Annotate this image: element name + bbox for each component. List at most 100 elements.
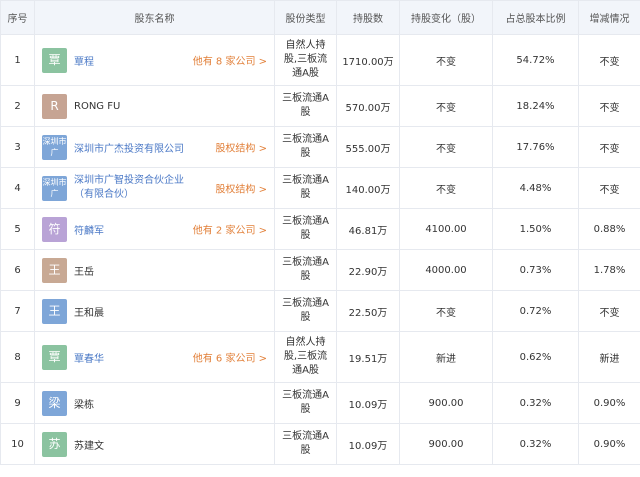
share-type: 三板流通A股 <box>274 126 337 168</box>
header-holder-name: 股东名称 <box>34 0 275 35</box>
shares: 10.09万 <box>336 382 400 424</box>
row-index: 10 <box>0 423 35 465</box>
table-row: 1 覃覃程 他有 8 家公司 > 自然人持股,三板流通A股 1710.00万 不变 54.7… <box>0 34 640 86</box>
table-row: 7 王王和晨 三板流通A股 22.50万 不变 0.72% 不变 <box>0 290 640 332</box>
holder-cell: R RONG FU <box>34 85 275 127</box>
holder-more-link[interactable]: 他有 2 家公司 > <box>193 222 267 237</box>
holder-avatar: 符 <box>42 216 67 242</box>
row-index: 6 <box>0 249 35 291</box>
table-row: 2 R RONG FU 三板流通A股 570.00万 不变 18.24% 不变 <box>0 85 640 127</box>
row-index: 5 <box>0 208 35 250</box>
share-type: 三板流通A股 <box>274 382 337 424</box>
shares: 22.90万 <box>336 249 400 291</box>
trend: 0.90% <box>578 382 640 424</box>
trend: 1.78% <box>578 249 640 291</box>
share-change: 不变 <box>399 167 493 209</box>
header-change: 持股变化（股） <box>399 0 493 35</box>
row-index: 8 <box>0 331 35 383</box>
holder-name: RONG FU <box>74 100 121 112</box>
shares: 10.09万 <box>336 423 400 465</box>
trend: 0.90% <box>578 423 640 465</box>
holder-cell: 符符麟军 他有 2 家公司 > <box>34 208 275 250</box>
share-change: 900.00 <box>399 382 493 424</box>
share-ratio: 1.50% <box>492 208 579 250</box>
row-index: 3 <box>0 126 35 168</box>
holder-name[interactable]: 符麟军 <box>74 222 104 237</box>
holder-avatar: 深圳市广 <box>42 175 67 201</box>
holder-avatar: 王 <box>42 298 67 324</box>
shares: 140.00万 <box>336 167 400 209</box>
shares: 19.51万 <box>336 331 400 383</box>
share-change: 不变 <box>399 126 493 168</box>
share-type: 三板流通A股 <box>274 423 337 465</box>
holder-more-link[interactable]: 他有 8 家公司 > <box>193 53 267 68</box>
holder-cell: 覃覃程 他有 8 家公司 > <box>34 34 275 86</box>
holder-name[interactable]: 覃程 <box>74 53 94 68</box>
holder-avatar: 覃 <box>42 47 67 73</box>
holder-name: 王岳 <box>74 266 94 278</box>
header-trend: 增减情况 <box>578 0 640 35</box>
share-ratio: 54.72% <box>492 34 579 86</box>
table-row: 4 深圳市广深圳市广智投资合伙企业（有限合伙） 股权结构 > 三板流通A股 140.00… <box>0 167 640 209</box>
row-index: 2 <box>0 85 35 127</box>
holder-avatar: 苏 <box>42 431 67 457</box>
holder-name[interactable]: 覃春华 <box>74 350 104 365</box>
holder-cell: 覃覃春华 他有 6 家公司 > <box>34 331 275 383</box>
share-type: 三板流通A股 <box>274 249 337 291</box>
share-type: 自然人持股,三板流通A股 <box>274 34 337 86</box>
row-index: 9 <box>0 382 35 424</box>
header-shares: 持股数 <box>336 0 400 35</box>
holder-cell: 苏苏建文 <box>34 423 275 465</box>
share-change: 不变 <box>399 85 493 127</box>
share-ratio: 0.73% <box>492 249 579 291</box>
share-change: 不变 <box>399 290 493 332</box>
holder-name: 王和晨 <box>74 307 104 319</box>
holder-cell: 王王岳 <box>34 249 275 291</box>
share-type: 三板流通A股 <box>274 85 337 127</box>
share-type: 自然人持股,三板流通A股 <box>274 331 337 383</box>
holder-avatar: 深圳市广 <box>42 134 67 160</box>
share-change: 4000.00 <box>399 249 493 291</box>
share-type: 三板流通A股 <box>274 208 337 250</box>
holder-name[interactable]: 深圳市广智投资合伙企业（有限合伙） <box>74 174 190 202</box>
share-ratio: 0.32% <box>492 423 579 465</box>
holder-cell: 王王和晨 <box>34 290 275 332</box>
share-ratio: 0.32% <box>492 382 579 424</box>
header-share-type: 股份类型 <box>274 0 337 35</box>
shares: 1710.00万 <box>336 34 400 86</box>
trend: 不变 <box>578 34 640 86</box>
share-type: 三板流通A股 <box>274 167 337 209</box>
share-ratio: 18.24% <box>492 85 579 127</box>
shareholder-table: 序号 股东名称 股份类型 持股数 持股变化（股） 占总股本比例 增减情况 1覃覃… <box>0 0 640 465</box>
share-ratio: 0.72% <box>492 290 579 332</box>
holder-name: 苏建文 <box>74 440 104 452</box>
holder-cell: 深圳市广 深圳市广杰投资有限公司 股权结构 > <box>34 126 275 168</box>
table-row: 3 深圳市广 深圳市广杰投资有限公司 股权结构 > 三板流通A股 555.00万 不变 17.… <box>0 126 640 168</box>
holder-more-link[interactable]: 股权结构 > <box>215 140 267 155</box>
holder-cell: 深圳市广深圳市广智投资合伙企业（有限合伙） 股权结构 > <box>34 167 275 209</box>
trend: 0.88% <box>578 208 640 250</box>
shares: 22.50万 <box>336 290 400 332</box>
row-index: 4 <box>0 167 35 209</box>
share-change: 不变 <box>399 34 493 86</box>
row-index: 7 <box>0 290 35 332</box>
trend: 不变 <box>578 290 640 332</box>
holder-avatar: 王 <box>42 257 67 283</box>
holder-cell: 梁梁栋 <box>34 382 275 424</box>
share-ratio: 4.48% <box>492 167 579 209</box>
share-change: 900.00 <box>399 423 493 465</box>
holder-more-link[interactable]: 股权结构 > <box>215 181 267 196</box>
share-change: 新进 <box>399 331 493 383</box>
table-row: 5 符符麟军 他有 2 家公司 > 三板流通A股 46.81万 4100.00 1.50% 0… <box>0 208 640 250</box>
header-index: 序号 <box>0 0 35 35</box>
trend: 不变 <box>578 167 640 209</box>
holder-name[interactable]: 深圳市广杰投资有限公司 <box>74 140 184 155</box>
table-row: 9 梁梁栋 三板流通A股 10.09万 900.00 0.32% 0.90% <box>0 382 640 424</box>
table-header-row: 序号 股东名称 股份类型 持股数 持股变化（股） 占总股本比例 增减情况 <box>0 0 640 35</box>
header-ratio: 占总股本比例 <box>492 0 579 35</box>
trend: 不变 <box>578 126 640 168</box>
holder-avatar: R <box>42 93 67 119</box>
trend: 新进 <box>578 331 640 383</box>
table-row: 8 覃覃春华 他有 6 家公司 > 自然人持股,三板流通A股 19.51万 新进 0.62%… <box>0 331 640 383</box>
holder-more-link[interactable]: 他有 6 家公司 > <box>193 350 267 365</box>
